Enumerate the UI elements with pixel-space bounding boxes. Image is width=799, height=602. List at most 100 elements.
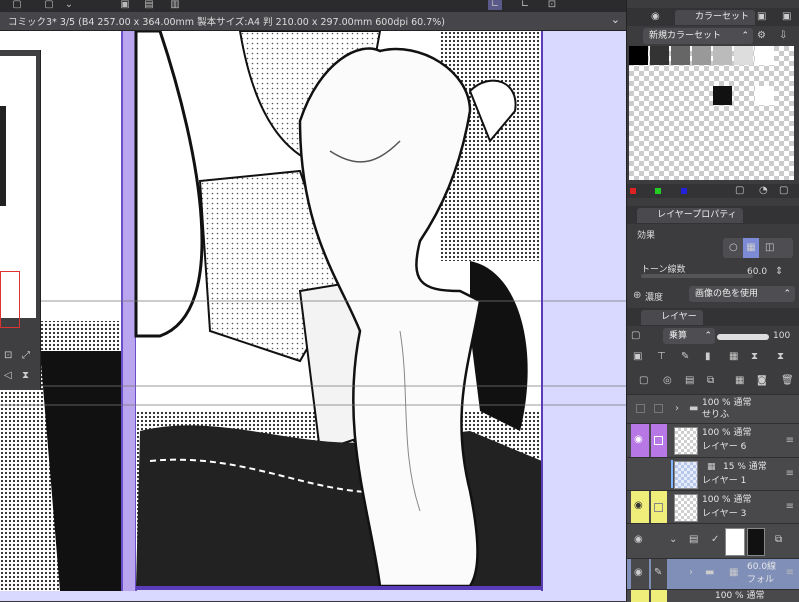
opacity-value[interactable]: 100 xyxy=(773,331,790,341)
canvas-area[interactable] xyxy=(0,31,626,601)
chevron-down-icon[interactable]: ⌄ xyxy=(611,13,620,26)
swatch-0[interactable] xyxy=(629,46,648,65)
layer-row-mask[interactable]: ◉ ⌄ ▤ ✓ ⧉ xyxy=(627,523,799,558)
panel-icon[interactable]: ▣ xyxy=(757,11,766,23)
layer-row-serifu[interactable]: › ▬ 100 % 通常 せりふ xyxy=(627,394,799,423)
opacity-slider[interactable] xyxy=(717,334,769,340)
folder-icon[interactable]: ▤ xyxy=(142,0,156,10)
navigator-viewport-frame[interactable] xyxy=(0,271,20,328)
visibility-toggle[interactable]: ◉ xyxy=(631,559,649,589)
ruler-icon[interactable]: ∟ xyxy=(488,0,502,10)
visibility-toggle[interactable]: ◉ xyxy=(631,524,649,558)
swatch-5[interactable] xyxy=(734,46,753,65)
lock-toggle[interactable] xyxy=(651,458,667,490)
tone-folder-icon: ▤ xyxy=(689,534,699,545)
navigator-preview xyxy=(0,56,36,328)
trash-icon[interactable]: 🗑 xyxy=(781,375,794,387)
color-set-select[interactable]: 新規カラーセット ⌃ xyxy=(643,28,753,44)
flip-icon[interactable]: ◁ xyxy=(4,370,12,382)
layer-menu-icon[interactable]: ≡ xyxy=(786,501,794,512)
chevron-right-icon[interactable]: › xyxy=(675,403,679,415)
grid-icon[interactable]: ∟ xyxy=(518,0,532,10)
delete-color-icon[interactable]: ▢ xyxy=(779,185,788,197)
layer-shape-icon[interactable]: ▢ xyxy=(631,330,640,342)
add-color-icon[interactable]: ▢ xyxy=(735,185,744,197)
swatch-2[interactable] xyxy=(671,46,690,65)
navigator-subwindow[interactable]: ⊡ ⤢ ◁ ⧗ xyxy=(0,50,41,390)
tool-icon[interactable]: ▣ xyxy=(118,0,132,10)
density-select[interactable]: 画像の色を使用 ⌃ xyxy=(689,286,795,302)
chevron-right-icon[interactable]: › xyxy=(689,567,693,579)
lock-icon[interactable]: ▮ xyxy=(705,351,711,363)
border-effect-icon[interactable]: ○ xyxy=(729,242,738,254)
manga-page-artwork xyxy=(0,31,626,601)
visibility-toggle[interactable] xyxy=(631,590,649,602)
layer-row-bottom[interactable]: 100 % 通常 xyxy=(627,589,799,602)
new-raster-icon[interactable]: ▢ xyxy=(639,375,648,387)
visibility-toggle[interactable]: ◉ xyxy=(631,491,649,523)
layer-row-tone[interactable]: ◉ ✎ › ▬ ▦ 60.0線 フォル ≡ xyxy=(627,558,799,589)
spin-icon[interactable]: ⇕ xyxy=(775,266,783,278)
zoom-icon[interactable]: ⊡ xyxy=(4,350,12,362)
lock-toggle[interactable] xyxy=(651,395,667,423)
document-tab[interactable]: コミック3* 3/5 (B4 257.00 x 364.00mm 製本サイズ:A… xyxy=(0,12,626,31)
new-mask-icon[interactable]: ◙ xyxy=(757,375,767,387)
layer-row-layer3[interactable]: ◉ 100 % 通常 レイヤー 3 ≡ xyxy=(627,490,799,523)
lock-toggle[interactable] xyxy=(651,491,667,523)
layer-menu-icon[interactable]: ≡ xyxy=(786,468,794,479)
color-set-tab[interactable]: カラーセット xyxy=(675,10,756,25)
layer-tab[interactable]: レイヤー xyxy=(641,310,703,325)
tone-lines-value[interactable]: 60.0 xyxy=(747,267,767,277)
layer-menu-icon[interactable]: ≡ xyxy=(786,435,794,446)
lock-toggle[interactable] xyxy=(651,424,667,457)
menu-icon[interactable]: ▢ xyxy=(42,0,56,10)
duplicate-icon[interactable]: ⧉ xyxy=(707,375,714,387)
tone-effect-icon[interactable]: ▦ xyxy=(743,238,759,258)
layer-menu-icon[interactable]: ≡ xyxy=(786,567,794,578)
add-icon[interactable]: ⊕ xyxy=(633,290,641,302)
visibility-toggle[interactable] xyxy=(631,458,649,490)
lock-toggle[interactable]: ✎ xyxy=(651,559,667,589)
eyedropper-icon[interactable]: ◔ xyxy=(759,185,768,197)
visibility-toggle[interactable]: ◉ xyxy=(631,424,649,457)
lock-toggle[interactable] xyxy=(651,524,667,558)
reference-icon[interactable]: ⊤ xyxy=(657,351,666,363)
layer-property-tab[interactable]: レイヤープロパティ xyxy=(637,208,743,223)
merge-icon[interactable]: ▦ xyxy=(735,375,744,387)
wrench-icon[interactable]: ⚙ xyxy=(757,30,766,42)
panel-icon[interactable]: ▣ xyxy=(782,11,791,23)
swatch-1[interactable] xyxy=(650,46,669,65)
panel-icon[interactable]: ◉ xyxy=(651,11,660,23)
fit-icon[interactable]: ⤢ xyxy=(22,350,30,362)
mask-icon[interactable]: ⧗ xyxy=(777,351,784,363)
mask-link-icon[interactable]: ⧉ xyxy=(775,534,782,546)
transform-icon[interactable]: ⊡ xyxy=(545,0,559,10)
check-icon[interactable]: ✓ xyxy=(711,534,719,546)
layer-row-layer6[interactable]: ◉ 100 % 通常 レイヤー 6 ≡ xyxy=(627,423,799,457)
swatch-3[interactable] xyxy=(692,46,711,65)
layer-row-layer1[interactable]: ▦ 15 % 通常 レイヤー 1 ≡ xyxy=(627,457,799,490)
rotate-icon[interactable]: ⧗ xyxy=(22,370,29,382)
import-icon[interactable]: ⇩ xyxy=(779,30,787,42)
chevron-down-icon[interactable]: ⌄ xyxy=(62,0,76,10)
clip-icon[interactable]: ⧗ xyxy=(751,351,758,363)
swatch-4[interactable] xyxy=(713,46,732,65)
new-vector-icon[interactable]: ◎ xyxy=(663,375,672,387)
new-layer-icon[interactable]: ▣ xyxy=(633,351,642,363)
swatch-white[interactable] xyxy=(755,86,774,105)
swatch-6[interactable] xyxy=(755,46,774,65)
draft-icon[interactable]: ✎ xyxy=(681,351,689,363)
chevron-down-icon[interactable]: ⌄ xyxy=(669,534,677,546)
lock-transparent-icon[interactable]: ▦ xyxy=(729,351,738,363)
color-swatch-grid[interactable] xyxy=(629,46,794,180)
lock-toggle[interactable] xyxy=(651,590,667,602)
undo-icon[interactable]: ▢ xyxy=(10,0,24,10)
layer-icon[interactable]: ▥ xyxy=(168,0,182,10)
new-folder-icon[interactable]: ▤ xyxy=(685,375,694,387)
layer-color-icon[interactable]: ◫ xyxy=(765,242,774,254)
tone-lines-slider[interactable] xyxy=(641,274,753,278)
blend-mode-select[interactable]: 乗算 ⌃ xyxy=(663,328,715,344)
layer-info: 100 % 通常 xyxy=(702,398,752,408)
visibility-toggle[interactable] xyxy=(631,395,649,423)
swatch-black[interactable] xyxy=(713,86,732,105)
